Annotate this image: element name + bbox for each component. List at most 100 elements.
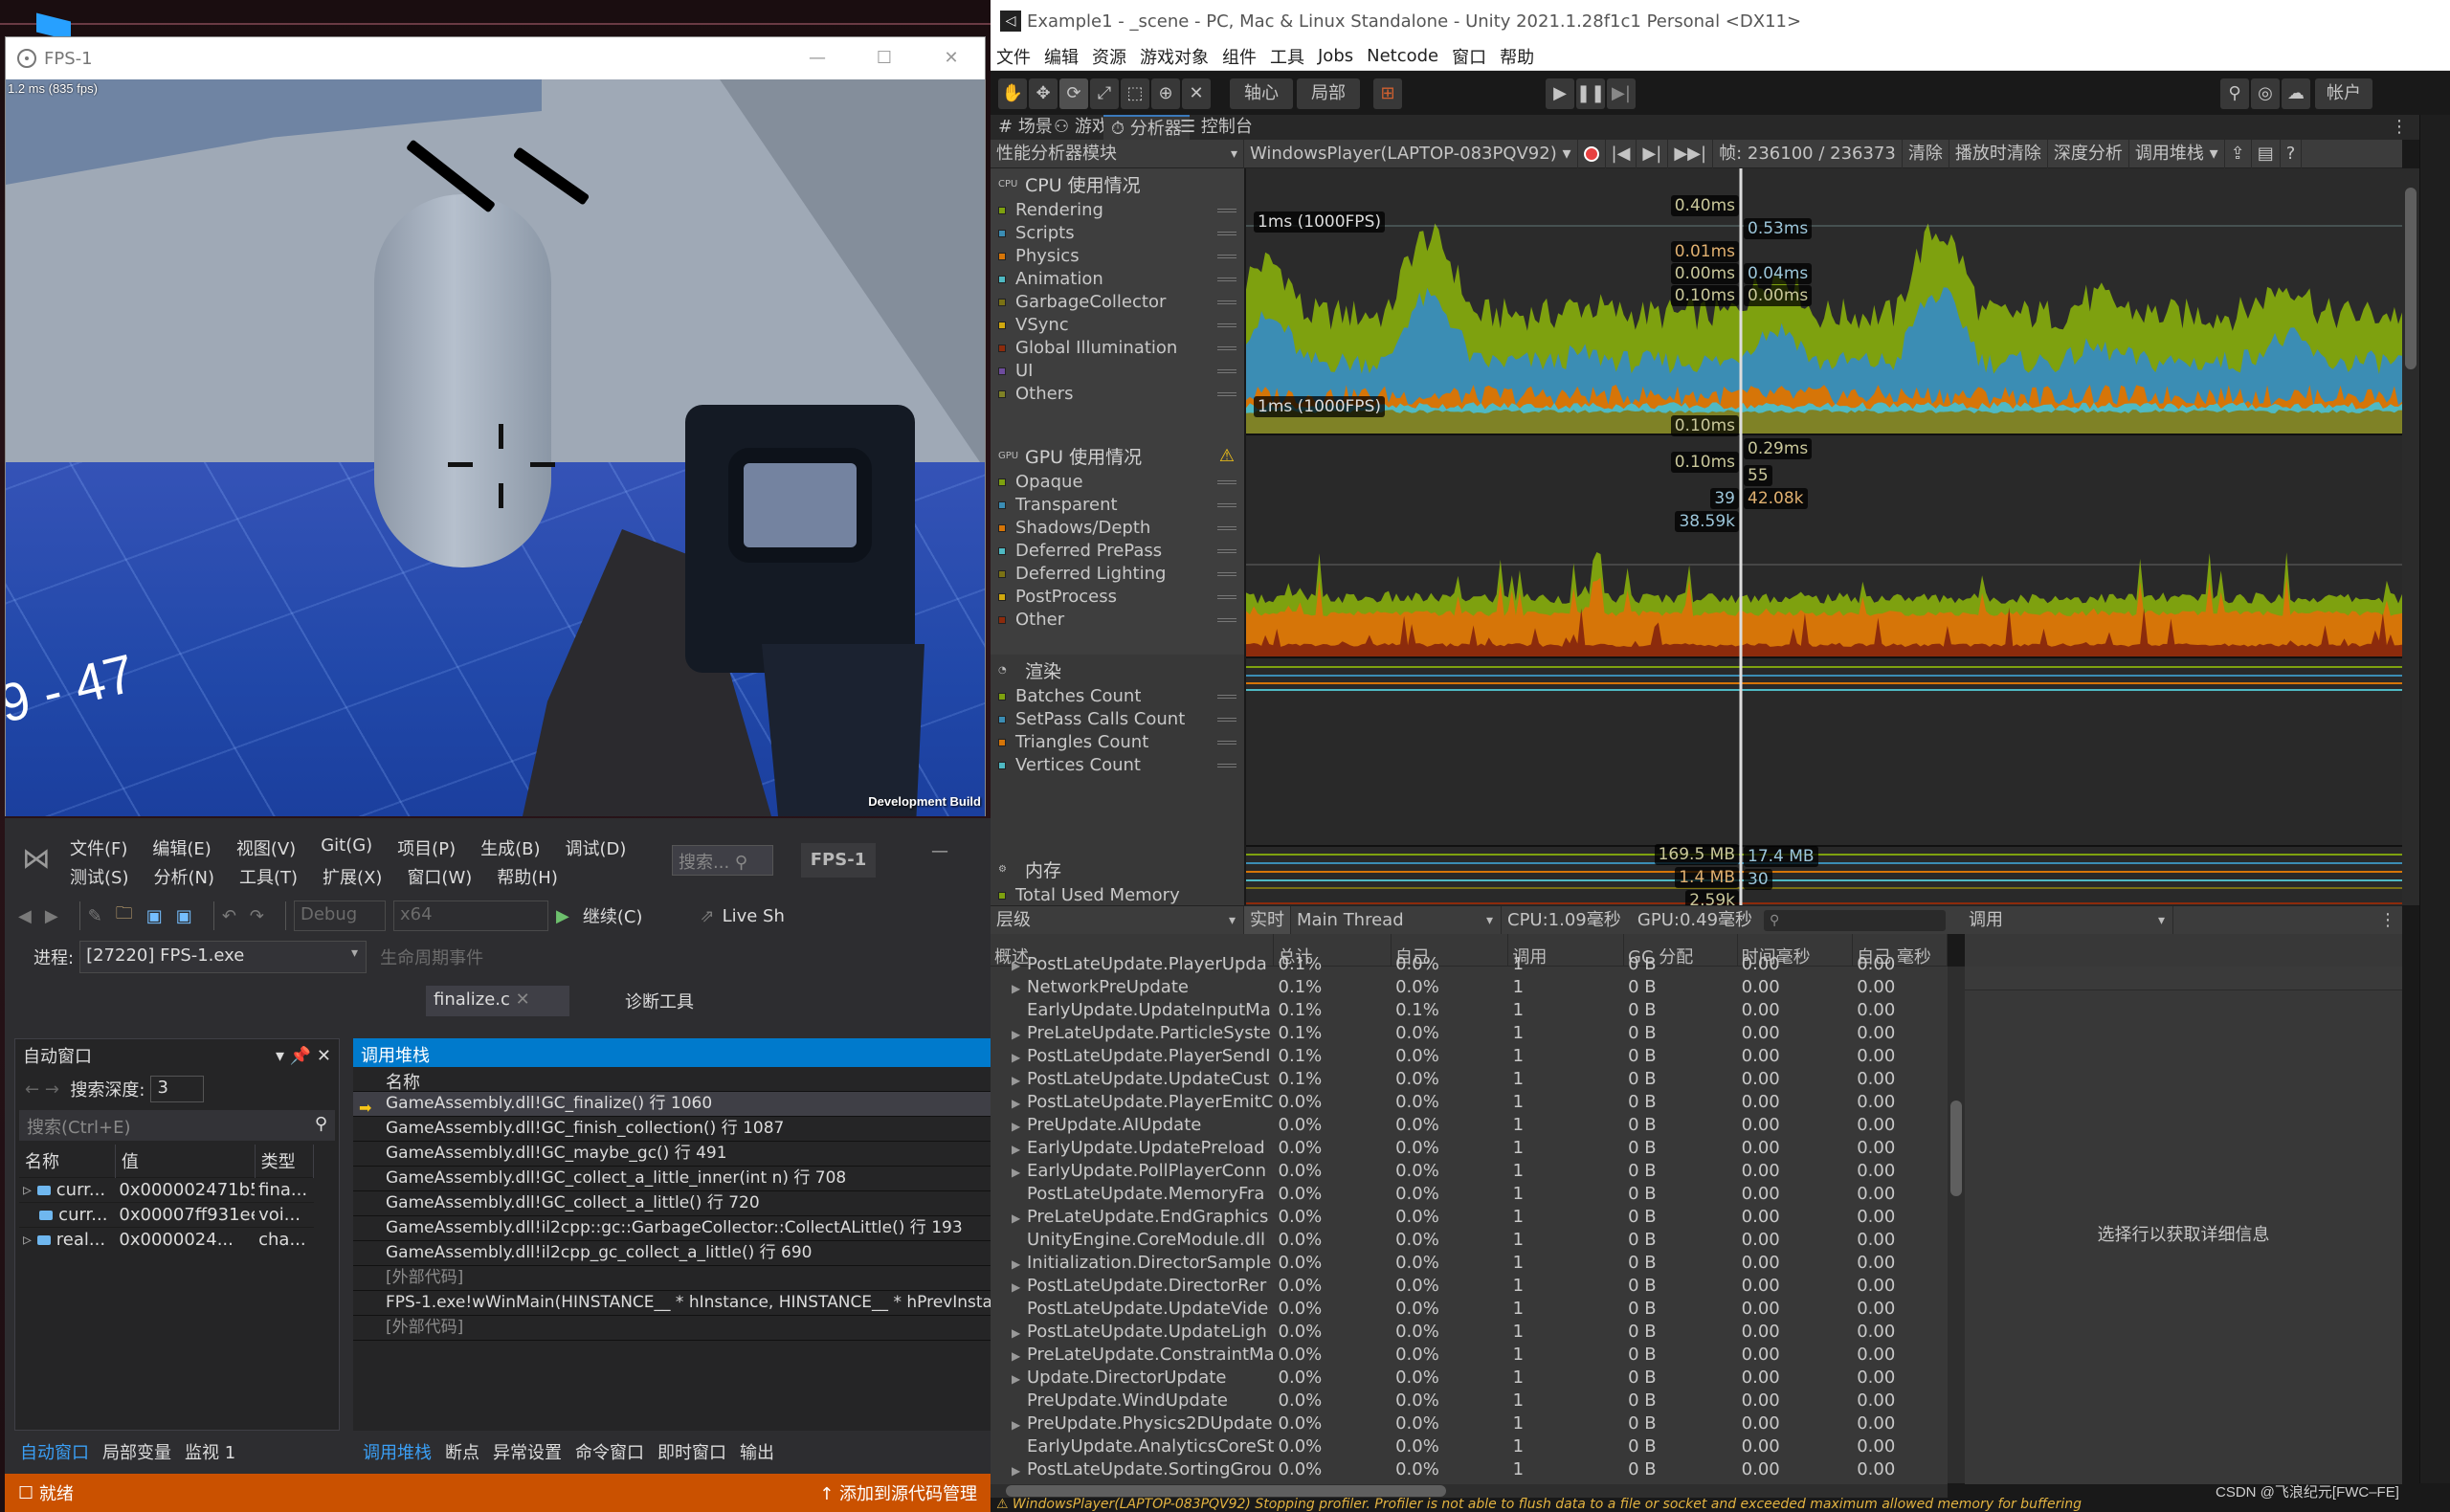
table-row[interactable]: EarlyUpdate.UpdateInputMa 0.1% 0.1% 1 0 B 0.0… (991, 999, 1948, 1022)
step-button[interactable]: ▶| (1607, 78, 1636, 109)
expand-icon[interactable]: ▹ (23, 1180, 37, 1200)
table-row[interactable]: ▶ PreLateUpdate.ParticleSyste 0.1% 0.0% 1 0 B… (991, 1022, 1948, 1045)
expand-arrow-icon[interactable]: ▶ (1012, 1253, 1027, 1275)
drag-handle-icon[interactable] (1217, 764, 1236, 767)
diagnostic-tools-tab[interactable]: 诊断工具 (625, 989, 694, 1013)
module-legend-item[interactable]: Animation (991, 268, 1244, 291)
continue-button[interactable]: 继续(C) (583, 903, 643, 928)
drag-handle-icon[interactable] (1217, 300, 1236, 304)
call-stack-frame[interactable]: GameAssembly.dll!il2cpp_gc_collect_a_lit… (353, 1241, 991, 1266)
vs-menu-item[interactable]: 测试(S) (70, 864, 128, 889)
table-row[interactable]: PreUpdate.WindUpdate 0.0% 0.0% 1 0 B 0.00 0.00 (991, 1390, 1948, 1412)
add-to-source-control-button[interactable]: ↑ 添加到源代码管理 (819, 1480, 977, 1505)
module-legend-item[interactable]: Total Used Memory (991, 884, 1244, 907)
vs-menu-item[interactable]: 编辑(E) (152, 835, 211, 860)
drag-handle-icon[interactable] (1217, 595, 1236, 599)
close-tab-icon[interactable]: ✕ (516, 989, 530, 1010)
record-button[interactable] (1578, 139, 1606, 168)
back-icon[interactable]: ◀ (18, 906, 32, 926)
module-legend-item[interactable]: Vertices Count (991, 754, 1244, 777)
table-row[interactable]: ▶ EarlyUpdate.PollPlayerConn 0.0% 0.0% 1 0 B0… (991, 1160, 1948, 1183)
current-frame-button[interactable]: ▶▶| (1668, 139, 1714, 168)
graphs-scrollbar[interactable] (2402, 168, 2419, 905)
tool-window-tab[interactable]: 异常设置 (493, 1443, 562, 1463)
call-stack-frame[interactable]: ➡ GameAssembly.dll!GC_finalize() 行 1060 (353, 1092, 991, 1117)
vs-menu-item[interactable]: 项目(P) (397, 835, 456, 860)
module-legend-item[interactable]: Deferred Lighting (991, 563, 1244, 586)
expand-arrow-icon[interactable]: ▶ (1012, 1046, 1027, 1068)
config-dropdown[interactable]: Debug (294, 901, 386, 931)
help-icon[interactable]: ? (2281, 139, 2303, 168)
unity-menu-item[interactable]: 游戏对象 (1140, 44, 1209, 69)
pin-icon[interactable]: 📌 (290, 1046, 311, 1066)
table-row[interactable]: EarlyUpdate.AnalyticsCoreSt 0.0% 0.0% 1 0 B0… (991, 1435, 1948, 1458)
drag-handle-icon[interactable] (1217, 255, 1236, 258)
load-icon[interactable]: ⇪ (2225, 139, 2252, 168)
vs-menu-item[interactable]: 生成(B) (480, 835, 540, 860)
custom-tool-icon[interactable]: ✕ (1182, 78, 1211, 109)
drag-handle-icon[interactable] (1217, 718, 1236, 722)
pause-button[interactable]: ❚❚ (1576, 78, 1605, 109)
vs-menu-item[interactable]: 窗口(W) (407, 864, 472, 889)
table-vertical-scrollbar[interactable] (1948, 967, 1965, 1483)
tab-console[interactable]: ☰ 控制台 (1172, 115, 1260, 140)
undo-icon[interactable]: ↶ (222, 906, 236, 926)
module-legend-item[interactable]: Rendering (991, 199, 1244, 222)
expand-arrow-icon[interactable]: ▶ (1012, 954, 1027, 976)
clear-on-play-button[interactable]: 播放时清除 (1949, 139, 2048, 168)
unity-menu-item[interactable]: Jobs (1318, 46, 1353, 66)
expand-arrow-icon[interactable]: ▶ (1012, 1459, 1027, 1481)
table-row[interactable]: ▶ EarlyUpdate.UpdatePreload 0.0% 0.0% 1 0 B 0.… (991, 1137, 1948, 1160)
autos-search-input[interactable]: 搜索(Ctrl+E) ⚲ (19, 1110, 335, 1141)
local-toggle[interactable]: 局部 (1297, 78, 1360, 109)
vs-menu-item[interactable]: 工具(T) (239, 864, 298, 889)
back-arrow-icon[interactable]: ← (25, 1079, 39, 1100)
search-depth-dropdown[interactable]: 3 (150, 1076, 205, 1102)
save-all-icon[interactable]: ▣ (176, 906, 192, 926)
document-tab-finalize[interactable]: finalize.c ✕ (426, 986, 569, 1016)
vs-menu-item[interactable]: 调试(D) (566, 835, 627, 860)
unity-menu-item[interactable]: 窗口 (1452, 44, 1486, 69)
profiler-modules-dropdown[interactable]: 性能分析器模块 ▾ (991, 139, 1244, 168)
table-row[interactable]: ▶ Update.DirectorUpdate 0.0% 0.0% 1 0 B 0.00 0.… (991, 1367, 1948, 1390)
expand-arrow-icon[interactable]: ▶ (1012, 1367, 1027, 1390)
drag-handle-icon[interactable] (1217, 346, 1236, 350)
vs-search-box[interactable]: 搜索... ⚲ (672, 845, 773, 876)
hand-tool-icon[interactable]: ✋ (998, 78, 1027, 109)
move-tool-icon[interactable]: ✥ (1029, 78, 1058, 109)
expand-arrow-icon[interactable]: ▶ (1012, 977, 1027, 999)
expand-icon[interactable]: ▹ (23, 1230, 37, 1250)
tool-window-tab[interactable]: 自动窗口 (20, 1443, 89, 1463)
autos-row[interactable]: curr... 0x00007ff931ee...voi... (19, 1202, 314, 1228)
drag-handle-icon[interactable] (1217, 480, 1236, 484)
save-icon[interactable]: ▤ (2252, 139, 2281, 168)
expand-arrow-icon[interactable]: ▶ (1012, 1207, 1027, 1229)
profiler-module-gpu[interactable]: GPU GPU 使用情况 ⚠ Opaque Transparent Shadows/Dep… (991, 440, 1244, 656)
profiler-module-memory[interactable]: ⚙ 内存 Total Used Memory (991, 854, 1244, 911)
drag-handle-icon[interactable] (1217, 369, 1236, 373)
more-options-icon[interactable]: ⋮ (2383, 115, 2416, 140)
pivot-toggle[interactable]: 轴心 (1230, 78, 1293, 109)
module-legend-item[interactable]: Triangles Count (991, 731, 1244, 754)
warning-icon[interactable]: ⚠ (1219, 446, 1235, 466)
autos-row[interactable]: ▹ real... 0x0000024... cha... (19, 1227, 314, 1252)
expand-arrow-icon[interactable]: ▶ (1012, 1023, 1027, 1045)
call-stack-frame[interactable]: GameAssembly.dll!GC_finish_collection() … (353, 1117, 991, 1142)
table-horizontal-scrollbar[interactable] (991, 1484, 1948, 1498)
unity-menu-item[interactable]: 编辑 (1044, 44, 1079, 69)
game-viewport[interactable]: 1.2 ms (835 fps) 9 - 47 Development Buil… (6, 79, 985, 816)
module-legend-item[interactable]: Other (991, 609, 1244, 632)
call-stack-frame[interactable]: GameAssembly.dll!GC_maybe_gc() 行 491 (353, 1142, 991, 1167)
unity-menu-item[interactable]: 资源 (1092, 44, 1126, 69)
save-icon[interactable]: ▣ (146, 906, 163, 926)
expand-arrow-icon[interactable]: ▶ (1012, 1115, 1027, 1137)
expand-arrow-icon[interactable]: ▶ (1012, 1276, 1027, 1298)
call-stack-frame[interactable]: GameAssembly.dll!GC_collect_a_little() 行… (353, 1191, 991, 1216)
tool-window-tab[interactable]: 断点 (445, 1443, 479, 1463)
table-row[interactable]: ▶ Initialization.DirectorSample 0.0% 0.0% 1 0… (991, 1252, 1948, 1275)
play-button[interactable]: ▶ (1546, 78, 1574, 109)
unity-menu-item[interactable]: 帮助 (1500, 44, 1534, 69)
table-row[interactable]: PostLateUpdate.MemoryFra 0.0% 0.0% 1 0 B 0.00… (991, 1183, 1948, 1206)
table-row[interactable]: ▶ PostLateUpdate.SortingGrou 0.0% 0.0% 1 0 B0… (991, 1458, 1948, 1481)
account-dropdown[interactable]: 帐户 (2315, 78, 2372, 109)
